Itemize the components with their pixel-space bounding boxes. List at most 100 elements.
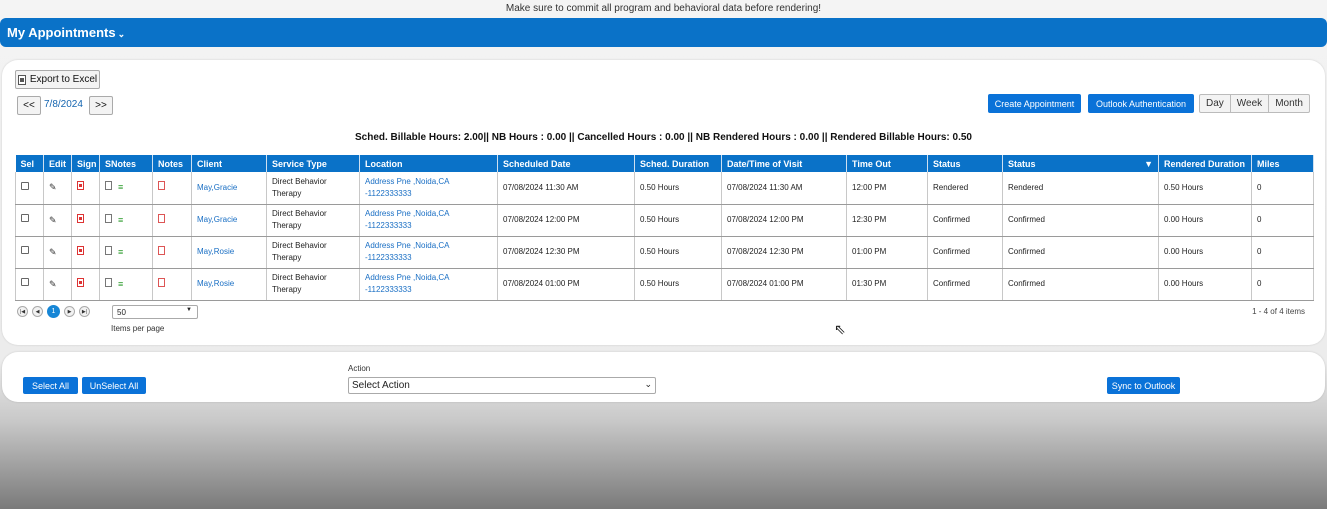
client-link[interactable]: May,Rosie [191, 236, 267, 269]
action-select[interactable]: Select Action ⌄ [348, 377, 656, 394]
view-switcher: Day Week Month [1199, 94, 1310, 113]
document-icon[interactable] [105, 277, 112, 287]
sync-to-outlook-button[interactable]: Sync to Outlook [1107, 377, 1180, 394]
create-appointment-button[interactable]: Create Appointment [988, 94, 1081, 113]
location-link[interactable]: Address Pne ,Noida,CA -1122333333 [359, 204, 498, 237]
rendered-duration-cell: 0.00 Hours [1158, 204, 1252, 237]
col-service-type[interactable]: Service Type [266, 155, 360, 172]
sign-pdf-icon[interactable] [77, 181, 84, 191]
scheduled-date-cell: 07/08/2024 12:30 PM [497, 236, 635, 269]
page-title: My Appointments [7, 25, 116, 40]
list-icon[interactable]: ≡ [118, 246, 123, 258]
caret-down-icon: ▼ [186, 307, 192, 313]
duration-cell: 0.50 Hours [634, 236, 722, 269]
col-visit-datetime[interactable]: Date/Time of Visit [721, 155, 847, 172]
scheduled-date-cell: 07/08/2024 01:00 PM [497, 268, 635, 301]
view-week-button[interactable]: Week [1231, 95, 1270, 112]
service-type-cell: Direct Behavior Therapy [266, 236, 360, 269]
first-page-icon[interactable]: |◀ [17, 306, 28, 317]
note-pdf-icon[interactable] [158, 277, 165, 287]
table-row: ✎ ≡ May,Rosie Direct Behavior Therapy Add… [15, 236, 1314, 269]
status-cell-2: Confirmed [1002, 268, 1159, 301]
hours-summary: Sched. Billable Hours: 2.00|| NB Hours :… [354, 132, 972, 143]
items-per-page-select[interactable]: 50 ▼ [112, 305, 198, 319]
unselect-all-button[interactable]: UnSelect All [82, 377, 146, 394]
client-link[interactable]: May,Gracie [191, 172, 267, 205]
pencil-icon[interactable]: ✎ [49, 182, 57, 192]
filter-icon[interactable]: ▼ [1144, 159, 1153, 169]
export-to-excel-button[interactable]: Export to Excel [15, 70, 100, 89]
miles-cell: 0 [1251, 204, 1314, 237]
status-cell-2: Confirmed [1002, 204, 1159, 237]
table-row: ✎ ≡ May,Gracie Direct Behavior Therapy Ad… [15, 204, 1314, 237]
row-checkbox[interactable] [21, 181, 29, 190]
page-number-button[interactable]: 1 [47, 305, 60, 318]
col-rendered-duration[interactable]: Rendered Duration [1158, 155, 1252, 172]
service-type-cell: Direct Behavior Therapy [266, 172, 360, 205]
time-out-cell: 12:00 PM [846, 172, 928, 205]
client-link[interactable]: May,Gracie [191, 204, 267, 237]
row-checkbox[interactable] [21, 214, 29, 222]
appointments-table: Sel Edit Sign SNotes Notes Client Servic… [15, 155, 1314, 301]
rendered-duration-cell: 0.00 Hours [1158, 236, 1252, 269]
location-link[interactable]: Address Pne ,Noida,CA -1122333333 [359, 268, 498, 301]
location-link[interactable]: Address Pne ,Noida,CA -1122333333 [359, 172, 498, 205]
status-cell-2: Confirmed [1002, 236, 1159, 269]
pencil-icon[interactable]: ✎ [49, 247, 57, 257]
view-day-button[interactable]: Day [1200, 95, 1231, 112]
location-link[interactable]: Address Pne ,Noida,CA -1122333333 [359, 236, 498, 269]
document-icon[interactable] [105, 213, 112, 223]
col-snotes[interactable]: SNotes [99, 155, 153, 172]
miles-cell: 0 [1251, 268, 1314, 301]
table-row: ✎ ≡ May,Rosie Direct Behavior Therapy Add… [15, 268, 1314, 301]
col-sched-duration[interactable]: Sched. Duration [634, 155, 722, 172]
excel-icon [17, 74, 26, 85]
note-pdf-icon[interactable] [158, 245, 165, 255]
document-icon[interactable] [105, 181, 112, 191]
my-appointments-header[interactable]: My Appointments ⌄ [0, 18, 1327, 47]
current-date[interactable]: 7/8/2024 [44, 99, 83, 110]
row-checkbox[interactable] [21, 278, 29, 286]
document-icon[interactable] [105, 245, 112, 255]
chevron-down-icon: ⌄ [117, 29, 126, 39]
last-page-icon[interactable]: ▶| [79, 306, 90, 317]
col-status-filter[interactable]: Status ▼ [1002, 155, 1159, 172]
col-edit[interactable]: Edit [43, 155, 72, 172]
pencil-icon[interactable]: ✎ [49, 279, 57, 289]
mouse-cursor-icon: ⇖ [834, 321, 846, 337]
table-header-row: Sel Edit Sign SNotes Notes Client Servic… [15, 155, 1314, 172]
col-location[interactable]: Location [359, 155, 498, 172]
client-link[interactable]: May,Rosie [191, 268, 267, 301]
next-page-icon[interactable]: ▶ [64, 306, 75, 317]
row-checkbox[interactable] [21, 246, 29, 254]
list-icon[interactable]: ≡ [118, 214, 123, 226]
col-scheduled-date[interactable]: Scheduled Date [497, 155, 635, 172]
next-date-button[interactable]: >> [89, 96, 113, 115]
appointments-panel: Export to Excel << 7/8/2024 >> Create Ap… [2, 60, 1325, 345]
col-client[interactable]: Client [191, 155, 267, 172]
col-sign[interactable]: Sign [71, 155, 100, 172]
pencil-icon[interactable]: ✎ [49, 215, 57, 225]
col-time-out[interactable]: Time Out [846, 155, 928, 172]
miles-cell: 0 [1251, 236, 1314, 269]
col-status[interactable]: Status [927, 155, 1003, 172]
outlook-authentication-button[interactable]: Outlook Authentication [1088, 94, 1194, 113]
sign-pdf-icon[interactable] [77, 277, 84, 287]
table-row: ✎ ≡ May,Gracie Direct Behavior Therapy Ad… [15, 172, 1314, 205]
visit-datetime-cell: 07/08/2024 12:00 PM [721, 204, 847, 237]
view-month-button[interactable]: Month [1269, 95, 1309, 112]
chevron-down-icon: ⌄ [644, 379, 652, 389]
list-icon[interactable]: ≡ [118, 181, 123, 193]
sign-pdf-icon[interactable] [77, 245, 84, 255]
select-all-button[interactable]: Select All [23, 377, 78, 394]
col-notes[interactable]: Notes [152, 155, 192, 172]
col-miles[interactable]: Miles [1251, 155, 1314, 172]
note-pdf-icon[interactable] [158, 213, 165, 223]
col-sel[interactable]: Sel [15, 155, 44, 172]
sign-pdf-icon[interactable] [77, 213, 84, 223]
visit-datetime-cell: 07/08/2024 01:00 PM [721, 268, 847, 301]
prev-date-button[interactable]: << [17, 96, 41, 115]
prev-page-icon[interactable]: ◀ [32, 306, 43, 317]
note-pdf-icon[interactable] [158, 181, 165, 191]
list-icon[interactable]: ≡ [118, 278, 123, 290]
